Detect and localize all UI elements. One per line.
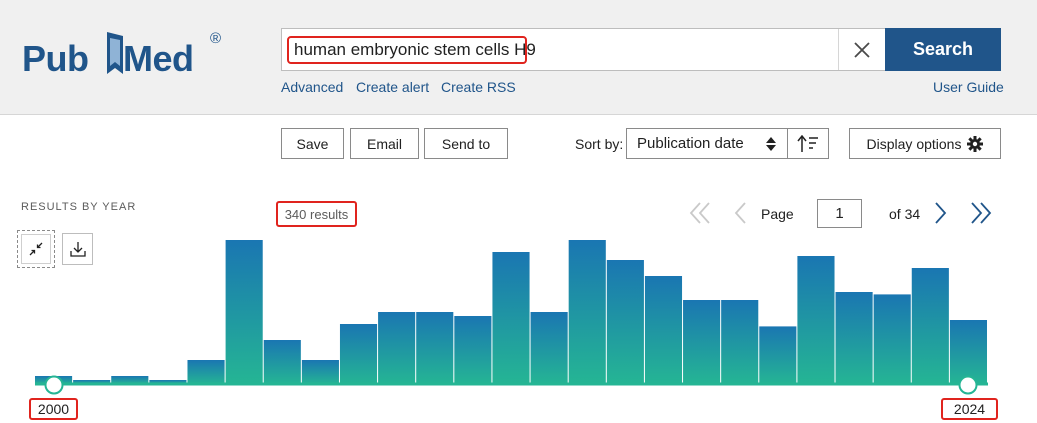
page-total: of 34 [889, 206, 921, 222]
year-bar-2016[interactable] [644, 276, 683, 384]
pubmed-logo[interactable]: Pub Med ® [22, 28, 221, 80]
year-bar-2019[interactable] [759, 326, 797, 384]
save-button[interactable]: Save [281, 128, 344, 159]
user-guide-link[interactable]: User Guide [933, 79, 1004, 95]
year-bar-2012[interactable] [492, 252, 530, 384]
year-bar-2023[interactable] [911, 268, 949, 384]
display-options-label: Display options [866, 135, 962, 152]
last-page-icon[interactable] [970, 200, 992, 226]
year-bar-2017[interactable] [683, 300, 721, 384]
year-bar-2022[interactable] [873, 294, 911, 384]
sort-order-icon [797, 134, 818, 152]
create-rss-link[interactable]: Create RSS [441, 79, 516, 95]
sort-select-value: Publication date [637, 135, 744, 152]
search-input[interactable]: human embryonic stem cells H9 [287, 36, 536, 64]
year-bar-2021[interactable] [835, 292, 873, 384]
year-bar-2014[interactable] [568, 240, 606, 384]
select-arrows-icon [766, 137, 776, 151]
year-bar-2008[interactable] [339, 324, 378, 384]
gear-icon [967, 135, 984, 152]
sort-order-button[interactable] [787, 128, 829, 159]
year-bar-2010[interactable] [416, 312, 454, 384]
search-button[interactable]: Search [885, 28, 1001, 71]
close-icon [854, 41, 870, 58]
year-bar-2020[interactable] [797, 256, 835, 384]
next-page-icon[interactable] [934, 200, 948, 226]
year-bar-2018[interactable] [721, 300, 759, 384]
year-bar-2011[interactable] [454, 316, 492, 384]
results-count: 340 results [276, 201, 357, 227]
sort-select[interactable]: Publication date [626, 128, 788, 159]
year-bar-2024[interactable] [949, 320, 987, 384]
advanced-link[interactable]: Advanced [281, 79, 343, 95]
year-bar-2005[interactable] [225, 240, 263, 384]
send-to-button[interactable]: Send to [424, 128, 508, 159]
logo-text-med: Med [123, 38, 194, 79]
display-options-button[interactable]: Display options [849, 128, 1001, 159]
logo-text-pub: Pub [22, 38, 89, 79]
range-start-handle[interactable] [44, 375, 64, 395]
year-bar-2004[interactable] [187, 360, 225, 384]
first-page-icon[interactable] [689, 200, 711, 226]
year-bar-2015[interactable] [606, 260, 644, 384]
sort-by-label: Sort by: [575, 136, 624, 152]
results-by-year-chart[interactable] [0, 230, 1037, 423]
registered-mark: ® [210, 30, 222, 47]
page-number-input[interactable]: 1 [817, 199, 862, 228]
create-alert-link[interactable]: Create alert [356, 79, 429, 95]
year-bar-2009[interactable] [378, 312, 416, 384]
page-label: Page [761, 206, 794, 222]
clear-search-button[interactable] [839, 29, 885, 70]
range-start-year: 2000 [29, 398, 78, 420]
email-button[interactable]: Email [350, 128, 419, 159]
year-bar-2006[interactable] [263, 340, 301, 384]
previous-page-icon[interactable] [733, 200, 747, 226]
results-by-year-label: RESULTS BY YEAR [21, 201, 137, 213]
year-bar-2007[interactable] [301, 360, 339, 384]
range-end-year: 2024 [941, 398, 998, 420]
year-bar-2013[interactable] [530, 312, 568, 384]
range-end-handle[interactable] [958, 375, 978, 395]
